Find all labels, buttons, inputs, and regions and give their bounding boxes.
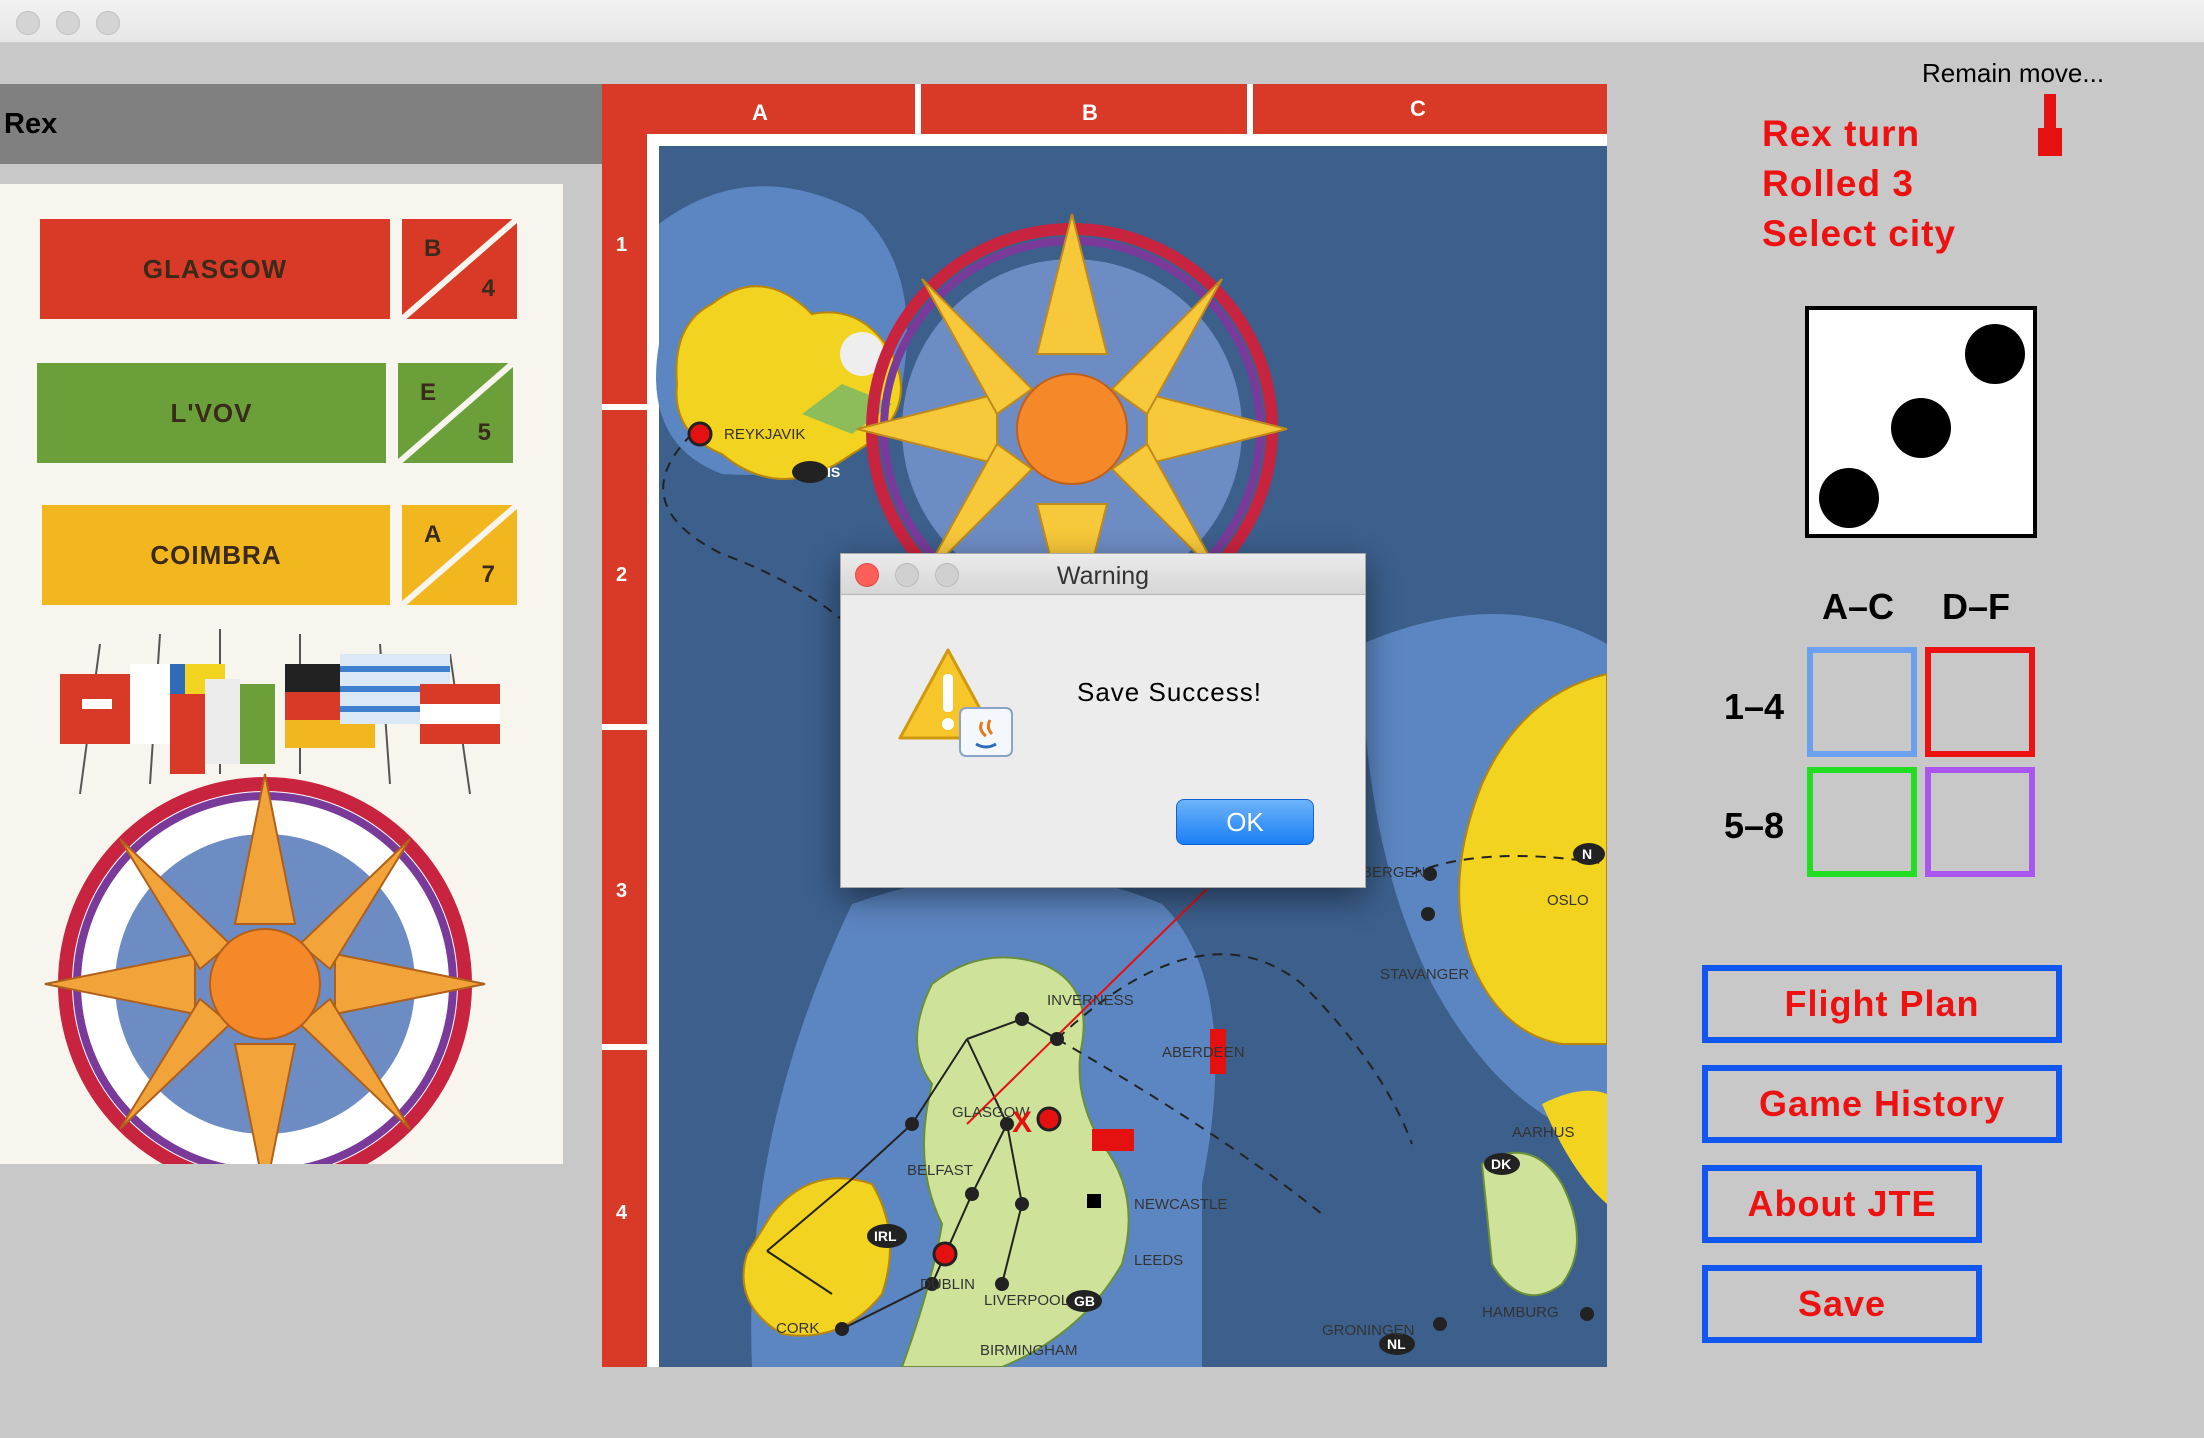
quadrant-row-label-14: 1–4 [1724,686,1785,727]
card-letter: E [420,379,437,406]
current-position-marker: X [1012,1106,1033,1139]
city-card-coimbra[interactable]: COIMBRA A 7 [42,505,517,605]
city-label-reykjavik[interactable]: REYKJAVIK [724,426,805,443]
card-city-name: GLASGOW [40,219,390,319]
player-cards-panel: GLASGOW B 4 L'VOV E 5 COIMBRA A 7 [0,184,563,1164]
country-code-gb: GB [1074,1293,1095,1309]
save-button[interactable]: Save [1702,1265,1982,1343]
map-row-2: 2 [616,564,628,586]
die-pip [1965,324,2025,384]
warning-icon [898,648,1013,757]
dialog-message: Save Success! [1077,677,1262,707]
city-card-glasgow[interactable]: GLASGOW B 4 [40,219,517,319]
city-label-inverness[interactable]: INVERNESS [1047,992,1134,1009]
card-letter: A [424,521,442,548]
city-label-dublin[interactable]: DUBLIN [920,1276,975,1293]
quadrant-df-58[interactable] [1925,767,2035,877]
card-city-name: COIMBRA [42,505,390,605]
city-label-stavanger[interactable]: STAVANGER [1380,966,1469,983]
instruction-status: Select city [1762,213,1957,254]
quadrant-ac-58[interactable] [1807,767,1917,877]
quadrant-row-label-58: 5–8 [1724,805,1785,846]
card-letter: B [424,235,442,262]
card-grid-code: E 5 [398,363,513,463]
country-code-is: IS [827,464,841,480]
ok-button[interactable]: OK [1176,799,1314,845]
player-header: Rex [0,84,603,164]
roll-status: Rolled 3 [1762,163,1914,204]
die-face[interactable] [1805,306,2037,538]
map-column-a: A [752,100,768,125]
remain-move-label: Remain move... [1922,58,2105,88]
quadrant-col-label-df: D–F [1942,586,2011,627]
city-label-aarhus[interactable]: AARHUS [1512,1124,1575,1141]
window-minimize-button[interactable] [56,11,80,35]
card-number: 4 [481,275,495,302]
map-column-b: B [1082,100,1098,125]
flight-plan-button[interactable]: Flight Plan [1702,965,2062,1043]
card-grid-code: B 4 [402,219,517,319]
country-code-nl: NL [1387,1336,1406,1352]
map-column-c: C [1410,96,1426,121]
city-label-oslo[interactable]: OSLO [1547,892,1589,909]
dialog-title: Warning [1056,562,1150,590]
city-label-newcastle[interactable]: NEWCASTLE [1134,1196,1227,1213]
city-label-leeds[interactable]: LEEDS [1134,1252,1183,1269]
quadrant-col-label-ac: A–C [1822,586,1895,627]
city-card-lvov[interactable]: L'VOV E 5 [37,363,513,463]
card-city-name: L'VOV [37,363,386,463]
city-label-hamburg[interactable]: HAMBURG [1482,1304,1559,1321]
warning-dialog: Warning Save Success! OK [840,553,1366,888]
card-number: 5 [477,419,491,446]
city-label-belfast[interactable]: BELFAST [907,1162,973,1179]
player-name: Rex [4,108,58,140]
quadrant-ac-14[interactable] [1807,647,1917,757]
map-row-3: 3 [616,880,628,902]
card-diagonal-icon [402,505,517,605]
card-grid-code: A 7 [402,505,517,605]
city-label-cork[interactable]: CORK [776,1320,819,1337]
dialog-titlebar: Warning [841,554,1365,595]
country-code-dk: DK [1491,1156,1512,1172]
city-label-birmingham[interactable]: BIRMINGHAM [980,1342,1078,1359]
about-jte-button[interactable]: About JTE [1702,1165,1982,1243]
window-zoom-button[interactable] [96,11,120,35]
quadrant-df-14[interactable] [1925,647,2035,757]
game-history-button[interactable]: Game History [1702,1065,2062,1143]
city-label-aberdeen[interactable]: ABERDEEN [1162,1044,1245,1061]
flags-compass-art-icon [44,629,500,1164]
country-code-n: N [1582,846,1593,862]
window-titlebar [0,0,2204,43]
country-code-irl: IRL [874,1228,897,1244]
card-number: 7 [481,561,495,588]
die-pip [1891,398,1951,458]
map-row-1: 1 [616,234,628,256]
window-close-button[interactable] [16,11,40,35]
turn-status: Rex turn [1762,113,1921,154]
player-piece-icon [2038,94,2062,156]
card-diagonal-icon [398,363,513,463]
die-pip [1819,468,1879,528]
city-label-bergen[interactable]: BERGEN [1362,864,1425,881]
city-label-liverpool[interactable]: LIVERPOOL [984,1292,1069,1309]
map-row-4: 4 [616,1202,628,1224]
card-diagonal-icon [402,219,517,319]
